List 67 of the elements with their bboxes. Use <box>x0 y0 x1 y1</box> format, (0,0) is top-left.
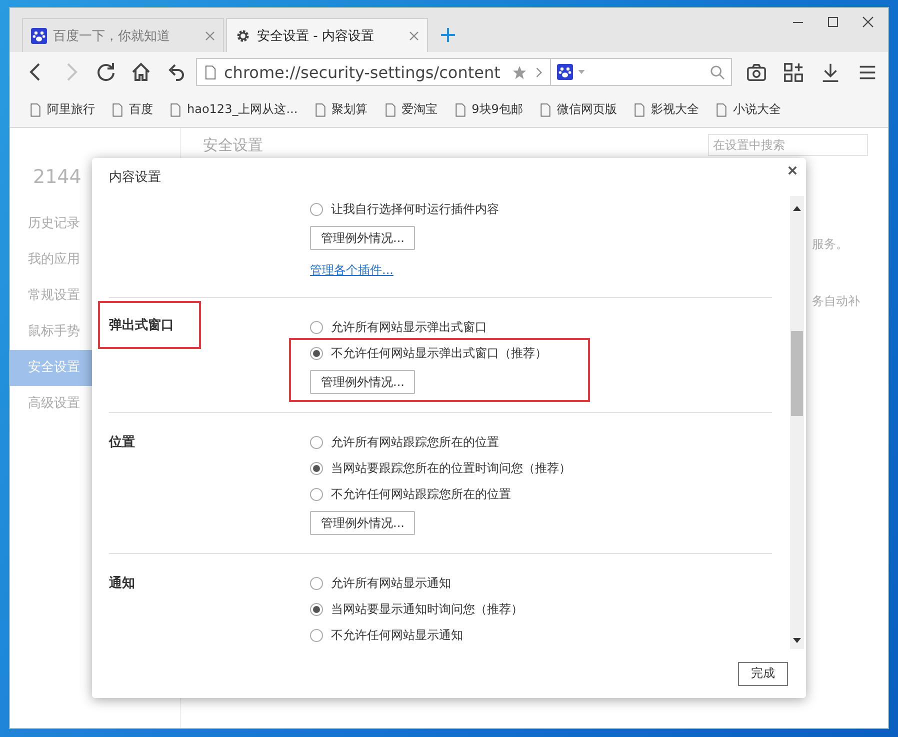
bookmark-item[interactable]: 阿里旅行 <box>30 101 95 118</box>
reload-icon[interactable] <box>95 61 117 83</box>
download-icon[interactable] <box>820 62 841 82</box>
manage-exceptions-button[interactable]: 管理例外情况... <box>310 511 416 535</box>
apps-icon[interactable] <box>783 62 804 82</box>
camera-icon[interactable] <box>746 62 767 82</box>
page-heading: 安全设置 <box>203 136 263 154</box>
setting-description: 务自动补 <box>812 293 860 310</box>
close-tab-icon[interactable] <box>409 30 419 40</box>
radio-option[interactable]: 不允许任何网站跟踪您所在的位置 <box>310 481 511 507</box>
bookmark-item[interactable]: 微信网页版 <box>540 101 617 118</box>
radio-option[interactable]: 让我自行选择何时运行插件内容 <box>310 196 499 222</box>
bookmark-item[interactable]: 9块9包邮 <box>454 101 523 118</box>
page-icon <box>716 102 727 116</box>
close-icon[interactable] <box>862 16 874 28</box>
scrollbar-thumb[interactable] <box>791 331 803 416</box>
bookmark-item[interactable]: hao123_上网从这... <box>170 101 298 118</box>
radio-option[interactable]: 当网站要跟踪您所在的位置时询问您（推荐） <box>310 455 571 481</box>
page-icon <box>384 102 396 116</box>
star-icon[interactable] <box>512 64 527 80</box>
browser-tab[interactable]: 百度一下，你就知道 <box>22 18 224 52</box>
radio-option[interactable]: 允许所有网站显示弹出式窗口 <box>310 314 487 340</box>
search-icon[interactable] <box>710 64 725 80</box>
radio-option[interactable]: 不允许任何网站显示通知 <box>310 622 463 648</box>
close-icon[interactable] <box>788 166 797 174</box>
page-icon <box>112 102 123 116</box>
settings-search-field[interactable]: 在设置中搜索 <box>708 134 868 156</box>
home-icon[interactable] <box>130 61 152 83</box>
setting-description: 服务。 <box>812 236 848 253</box>
radio-option[interactable]: 当网站要显示通知时询问您（推荐） <box>310 596 523 622</box>
bookmark-item[interactable]: 聚划算 <box>314 101 368 118</box>
new-tab-icon[interactable] <box>440 27 456 43</box>
section-title: 通知 <box>109 575 135 592</box>
browser-logo-text: 2144 <box>33 166 82 188</box>
paw-icon <box>31 28 47 44</box>
search-field[interactable] <box>551 58 732 86</box>
gear-icon <box>235 28 251 44</box>
highlighted-section-title: 弹出式窗口 <box>98 301 201 349</box>
close-tab-icon[interactable] <box>205 30 215 40</box>
done-button[interactable]: 完成 <box>738 662 788 686</box>
manage-exceptions-button[interactable]: 管理例外情况... <box>310 370 416 394</box>
bookmark-item[interactable]: 小说大全 <box>716 101 781 118</box>
bookmark-item[interactable]: 百度 <box>112 101 153 118</box>
maximize-icon[interactable] <box>827 16 839 28</box>
address-bar[interactable]: chrome://security-settings/content <box>196 58 551 86</box>
page-icon <box>170 102 181 116</box>
chevron-icon[interactable] <box>535 66 542 78</box>
manage-plugins-link[interactable]: 管理各个插件... <box>310 262 394 279</box>
bookmark-item[interactable]: 影视大全 <box>634 101 699 118</box>
browser-tab[interactable]: 安全设置 - 内容设置 <box>226 18 428 52</box>
page-icon <box>454 102 466 116</box>
manage-exceptions-button[interactable]: 管理例外情况... <box>310 226 416 250</box>
page-icon <box>634 102 645 116</box>
page-icon <box>540 102 551 116</box>
page-icon <box>30 102 41 116</box>
page-icon <box>205 64 216 80</box>
section-title: 位置 <box>109 434 135 451</box>
scroll-up-icon[interactable] <box>793 206 801 211</box>
dialog-title: 内容设置 <box>109 169 161 186</box>
radio-option[interactable]: 允许所有网站跟踪您所在的位置 <box>310 429 499 455</box>
radio-option[interactable]: 不允许任何网站显示弹出式窗口（推荐） <box>310 340 547 366</box>
scroll-down-icon[interactable] <box>793 638 801 643</box>
radio-option[interactable]: 允许所有网站显示通知 <box>310 570 451 596</box>
scrollbar[interactable] <box>790 196 804 649</box>
bookmark-item[interactable]: 爱淘宝 <box>384 101 438 118</box>
paw-icon <box>557 64 573 80</box>
page-icon <box>314 102 326 116</box>
